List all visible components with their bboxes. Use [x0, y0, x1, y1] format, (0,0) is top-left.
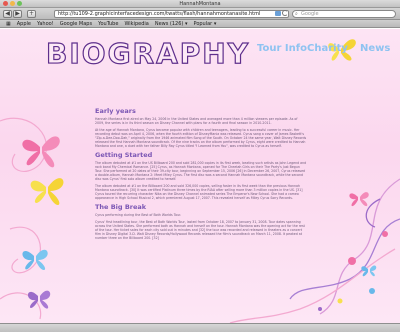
paragraph: Cyrus' first headlining tour, the Best o…: [95, 220, 305, 240]
refresh-icon[interactable]: [282, 10, 288, 16]
bookmark-yahoo[interactable]: Yahoo!: [37, 20, 54, 27]
web-page: BIOGRAPHY Tour Info Charity News Early y…: [0, 29, 400, 323]
butterfly-icon: [349, 192, 369, 207]
back-icon: ◀: [5, 10, 10, 17]
paragraph: The album debuted at #1 on the US Billbo…: [95, 161, 307, 181]
rss-icon[interactable]: [275, 11, 281, 16]
bookmark-google-maps[interactable]: Google Maps: [60, 20, 92, 27]
window-title: HannahMontana: [179, 1, 221, 7]
section-title-getting-started: Getting Started: [95, 151, 153, 159]
nav-charity[interactable]: Charity: [307, 43, 348, 54]
address-bar[interactable]: http://tu109-2.graphicinterfacedesign.co…: [54, 10, 289, 18]
search-field[interactable]: ⌕ Google: [292, 10, 396, 18]
bookmarks-bar: ▦ Apple Yahoo! Google Maps YouTube Wikip…: [0, 20, 400, 28]
butterfly-icon: [30, 178, 64, 206]
back-button[interactable]: ◀: [3, 10, 12, 18]
search-icon: ⌕: [295, 11, 298, 17]
bookmark-popular-folder[interactable]: Popular ▾: [193, 20, 216, 27]
butterfly-icon: [22, 249, 48, 271]
bookmark-apple[interactable]: Apple: [17, 20, 31, 27]
status-bar: [0, 323, 400, 332]
bookmark-wikipedia[interactable]: Wikipedia: [124, 20, 148, 27]
paragraph: At the age of Hannah Montana, Cyrus beca…: [95, 128, 307, 148]
window-titlebar: HannahMontana: [0, 0, 400, 8]
browser-toolbar: ◀ ▶ + http://tu109-2.graphicinterfacedes…: [0, 8, 400, 20]
add-bookmark-button[interactable]: +: [27, 10, 36, 18]
section-title-big-break: The Big Break: [95, 203, 147, 211]
bookmark-youtube[interactable]: YouTube: [98, 20, 118, 27]
paragraph: Cyrus performing during the Best of Both…: [95, 213, 182, 217]
search-placeholder: Google: [301, 11, 319, 17]
add-bookmark-icon: +: [28, 10, 35, 17]
forward-icon: ▶: [15, 10, 20, 17]
section-title-early-years: Early years: [95, 107, 136, 115]
nav-tour-info[interactable]: Tour Info: [257, 43, 307, 54]
biography-content: Early years Hannah Montana first aired o…: [95, 104, 307, 243]
bookmarks-grid-icon[interactable]: ▦: [6, 20, 11, 27]
paragraph: The album debuted at #1 on the Billboard…: [95, 184, 303, 200]
nav-news[interactable]: News: [360, 43, 390, 54]
forward-button[interactable]: ▶: [13, 10, 22, 18]
url-text: http://tu109-2.graphicinterfacedesign.co…: [58, 11, 261, 17]
page-heading: BIOGRAPHY: [45, 36, 251, 70]
bookmark-news-folder[interactable]: News (126) ▾: [155, 20, 188, 27]
paragraph: Hannah Montana first aired on May 24, 20…: [95, 117, 298, 125]
